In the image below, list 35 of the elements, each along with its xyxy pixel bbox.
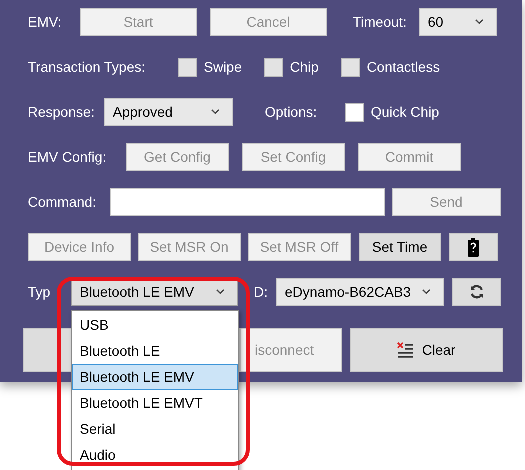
dropdown-option[interactable]: Bluetooth LE: [72, 338, 238, 364]
chevron-icon: [216, 289, 225, 295]
checkbox-label: Swipe: [204, 58, 242, 77]
chevron-icon: [211, 109, 220, 115]
checkbox-label: Contactless: [366, 58, 440, 76]
dropdown-option[interactable]: Audio: [72, 442, 238, 468]
dropdown-option[interactable]: Bluetooth LE EMVT: [72, 390, 238, 416]
field-label: EMV Config:: [28, 148, 108, 167]
field-label: Timeout:: [353, 12, 408, 32]
command-field[interactable]: [110, 188, 385, 216]
field-label: D:: [254, 282, 269, 302]
timeout-select[interactable]: 60: [419, 8, 497, 36]
refresh-icon: [468, 284, 484, 300]
field-label: Response:: [28, 102, 96, 122]
checkbox-label: Quick Chip: [371, 102, 440, 122]
refresh-button[interactable]: [452, 278, 501, 306]
id-select[interactable]: eDynamo-B62CAB3: [276, 278, 444, 306]
type-label: Typ: [28, 282, 52, 302]
clear-list-icon: [397, 342, 414, 358]
chevron-icon: [475, 19, 484, 25]
field-label: Transaction Types:: [28, 58, 147, 77]
field-label: Options:: [265, 102, 318, 122]
dropdown-option[interactable]: USB: [72, 312, 238, 338]
chevron-icon: [422, 289, 431, 295]
field-label: EMV:: [28, 12, 63, 32]
checkbox-label: Chip: [290, 58, 319, 77]
field-label: Command:: [28, 192, 98, 212]
clear-button[interactable]: Clear: [350, 328, 503, 372]
checkbox[interactable]: [345, 102, 364, 122]
device-button[interactable]: Set Time: [359, 233, 441, 261]
dropdown-option[interactable]: Bluetooth LE EMV: [72, 364, 238, 390]
battery-question-icon: [468, 238, 479, 256]
response-select[interactable]: Approved: [104, 98, 233, 126]
dropdown-option[interactable]: Serial: [72, 416, 238, 442]
battery-button[interactable]: [449, 233, 498, 261]
